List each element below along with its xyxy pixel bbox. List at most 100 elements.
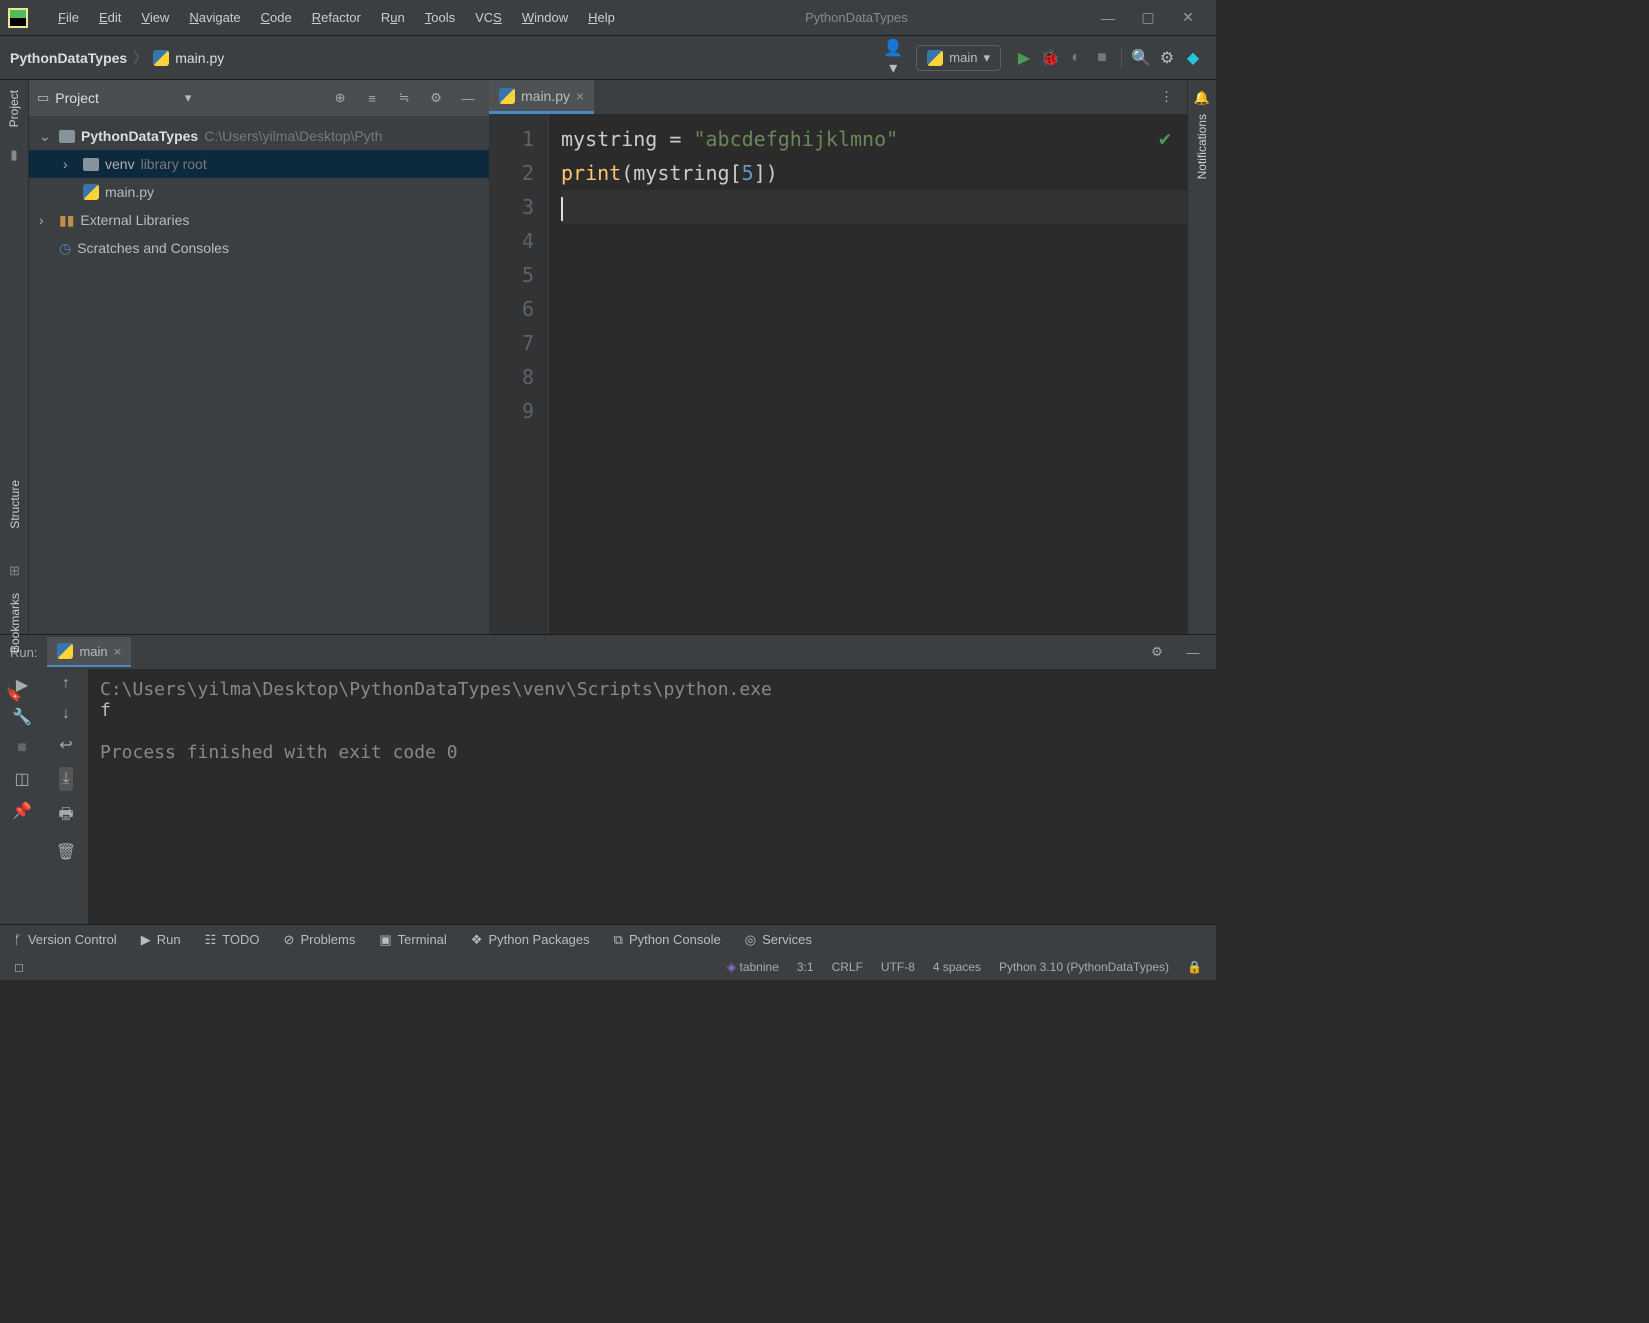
run-tab[interactable]: main × xyxy=(47,637,131,667)
services-icon: ◎ xyxy=(745,932,756,948)
tree-file-main[interactable]: main.py xyxy=(29,178,489,206)
soft-wrap-icon[interactable]: ↩ xyxy=(59,735,72,755)
code-editor[interactable]: 1 2 3 4 5 6 7 8 9 mystring = "abcdefghij… xyxy=(489,114,1187,634)
menu-code[interactable]: Code xyxy=(251,6,302,29)
menu-edit[interactable]: Edit xyxy=(89,6,131,29)
notifications-tool-button[interactable]: Notifications xyxy=(1195,114,1209,179)
tree-venv[interactable]: › venv library root xyxy=(29,150,489,178)
codewithme-icon[interactable]: ◆ xyxy=(1180,48,1206,68)
tree-root[interactable]: ⌄ PythonDataTypes C:\Users\yilma\Desktop… xyxy=(29,122,489,150)
close-button[interactable]: ✕ xyxy=(1168,9,1208,26)
print-icon[interactable]: 🖶 xyxy=(58,803,73,830)
run-config-selector[interactable]: main ▾ xyxy=(916,45,1001,71)
run-toolwindow-button[interactable]: ▶Run xyxy=(141,932,181,948)
project-tree[interactable]: ⌄ PythonDataTypes C:\Users\yilma\Desktop… xyxy=(29,116,489,268)
breadcrumb-file[interactable]: main.py xyxy=(175,50,224,66)
chevron-down-icon[interactable]: ⌄ xyxy=(39,128,53,145)
python-icon xyxy=(927,50,943,66)
menu-vcs[interactable]: VCS xyxy=(465,6,512,29)
breadcrumb-root[interactable]: PythonDataTypes xyxy=(10,50,127,66)
locate-icon[interactable]: ⊕ xyxy=(327,90,353,106)
chevron-right-icon[interactable]: › xyxy=(39,212,53,228)
stop-button[interactable]: ■ xyxy=(1089,49,1115,67)
python-console-button[interactable]: ⧉Python Console xyxy=(614,932,721,948)
menu-file[interactable]: File xyxy=(48,6,89,29)
hide-run-icon[interactable]: — xyxy=(1180,645,1206,660)
close-tab-icon[interactable]: × xyxy=(576,88,584,104)
status-toggle-icon[interactable]: ◻ xyxy=(14,960,24,974)
chevron-right-icon[interactable]: › xyxy=(63,156,77,172)
tree-venv-label: venv xyxy=(105,156,135,172)
lock-icon[interactable]: 🔒 xyxy=(1187,960,1202,974)
minimize-button[interactable]: — xyxy=(1088,10,1128,26)
tab-more-icon[interactable]: ⋮ xyxy=(1146,80,1187,114)
project-panel-title[interactable]: Project xyxy=(55,90,179,106)
wrench-icon[interactable]: 🔧 xyxy=(12,707,32,727)
hide-panel-icon[interactable]: — xyxy=(455,91,481,106)
dropdown-icon[interactable]: ▾ xyxy=(185,90,192,106)
tabnine-widget[interactable]: ◈ tabnine xyxy=(727,960,779,974)
menu-refactor[interactable]: Refactor xyxy=(302,6,371,29)
services-button[interactable]: ◎Services xyxy=(745,932,812,948)
up-arrow-icon[interactable]: ↑ xyxy=(62,675,70,693)
tree-scratch-label: Scratches and Consoles xyxy=(77,240,229,256)
problems-button[interactable]: ⊘Problems xyxy=(284,932,356,948)
line-separator[interactable]: CRLF xyxy=(832,960,863,974)
menu-navigate[interactable]: Navigate xyxy=(179,6,250,29)
stop-button[interactable]: ■ xyxy=(17,739,27,757)
down-arrow-icon[interactable]: ↓ xyxy=(62,705,70,723)
debug-button[interactable]: 🐞 xyxy=(1037,48,1063,68)
expand-all-icon[interactable]: ≡ xyxy=(359,91,385,106)
todo-button[interactable]: ☷TODO xyxy=(205,932,260,948)
settings-icon[interactable]: ⚙ xyxy=(1154,48,1180,68)
maximize-button[interactable]: ▢ xyxy=(1128,9,1168,26)
run-button[interactable]: ▶ xyxy=(1011,48,1037,68)
user-icon[interactable]: 👤▾ xyxy=(880,38,906,78)
interpreter-info[interactable]: Python 3.10 (PythonDataTypes) xyxy=(999,960,1169,974)
cursor-position[interactable]: 3:1 xyxy=(797,960,814,974)
tree-external-libs[interactable]: › ▮▮ External Libraries xyxy=(29,206,489,234)
tree-scratches[interactable]: ◷ Scratches and Consoles xyxy=(29,234,489,262)
console-icon: ⧉ xyxy=(614,932,623,948)
layout-icon[interactable]: ◫ xyxy=(14,769,29,789)
folder-icon xyxy=(59,130,75,143)
trash-icon[interactable]: 🗑 xyxy=(56,842,76,862)
bell-icon[interactable]: 🔔 xyxy=(1194,90,1210,106)
line-gutter[interactable]: 1 2 3 4 5 6 7 8 9 xyxy=(489,114,549,634)
version-control-button[interactable]: ᚶVersion Control xyxy=(14,932,117,947)
structure-icon[interactable]: ⊞ xyxy=(9,563,20,579)
structure-tool-button[interactable]: Structure xyxy=(8,480,22,529)
python-packages-button[interactable]: ❖Python Packages xyxy=(471,932,590,948)
menu-window[interactable]: Window xyxy=(512,6,578,29)
project-tool-button[interactable]: Project xyxy=(7,90,21,127)
code-area[interactable]: mystring = "abcdefghijklmno" print(mystr… xyxy=(549,114,1187,634)
close-tab-icon[interactable]: × xyxy=(114,644,122,659)
code-line-3[interactable] xyxy=(561,190,1187,224)
code-line-2[interactable]: print(mystring[5]) xyxy=(561,156,1187,190)
coverage-button[interactable]: ◐ xyxy=(1063,49,1089,67)
inspection-ok-icon[interactable]: ✔ xyxy=(1159,126,1171,150)
collapse-all-icon[interactable]: ≒ xyxy=(391,90,417,106)
terminal-button[interactable]: ▣Terminal xyxy=(379,932,446,948)
search-icon[interactable]: 🔍 xyxy=(1128,48,1154,68)
breadcrumb[interactable]: PythonDataTypes 〉 main.py xyxy=(10,48,224,68)
bookmark-icon[interactable]: 🔖 xyxy=(6,687,22,703)
run-settings-icon[interactable]: ⚙ xyxy=(1144,644,1170,660)
code-line-1[interactable]: mystring = "abcdefghijklmno" xyxy=(561,122,1187,156)
run-output[interactable]: C:\Users\yilma\Desktop\PythonDataTypes\v… xyxy=(88,669,1216,924)
window-title: PythonDataTypes xyxy=(625,10,1088,25)
project-view-icon: ▭ xyxy=(37,90,49,106)
editor-tab-main[interactable]: main.py × xyxy=(489,80,594,114)
pin-icon[interactable]: 📌 xyxy=(12,801,32,821)
file-encoding[interactable]: UTF-8 xyxy=(881,960,915,974)
folder-tool-icon[interactable]: ▮ xyxy=(10,147,17,163)
run-panel-header: Run: main × ⚙ — xyxy=(0,635,1216,669)
indent-info[interactable]: 4 spaces xyxy=(933,960,981,974)
scroll-to-end-icon[interactable]: ⤓ xyxy=(59,767,72,791)
menu-tools[interactable]: Tools xyxy=(415,6,465,29)
menu-view[interactable]: View xyxy=(131,6,179,29)
panel-settings-icon[interactable]: ⚙ xyxy=(423,90,449,106)
menu-run[interactable]: Run xyxy=(371,6,415,29)
menu-help[interactable]: Help xyxy=(578,6,625,29)
bookmarks-tool-button[interactable]: Bookmarks xyxy=(8,593,22,653)
